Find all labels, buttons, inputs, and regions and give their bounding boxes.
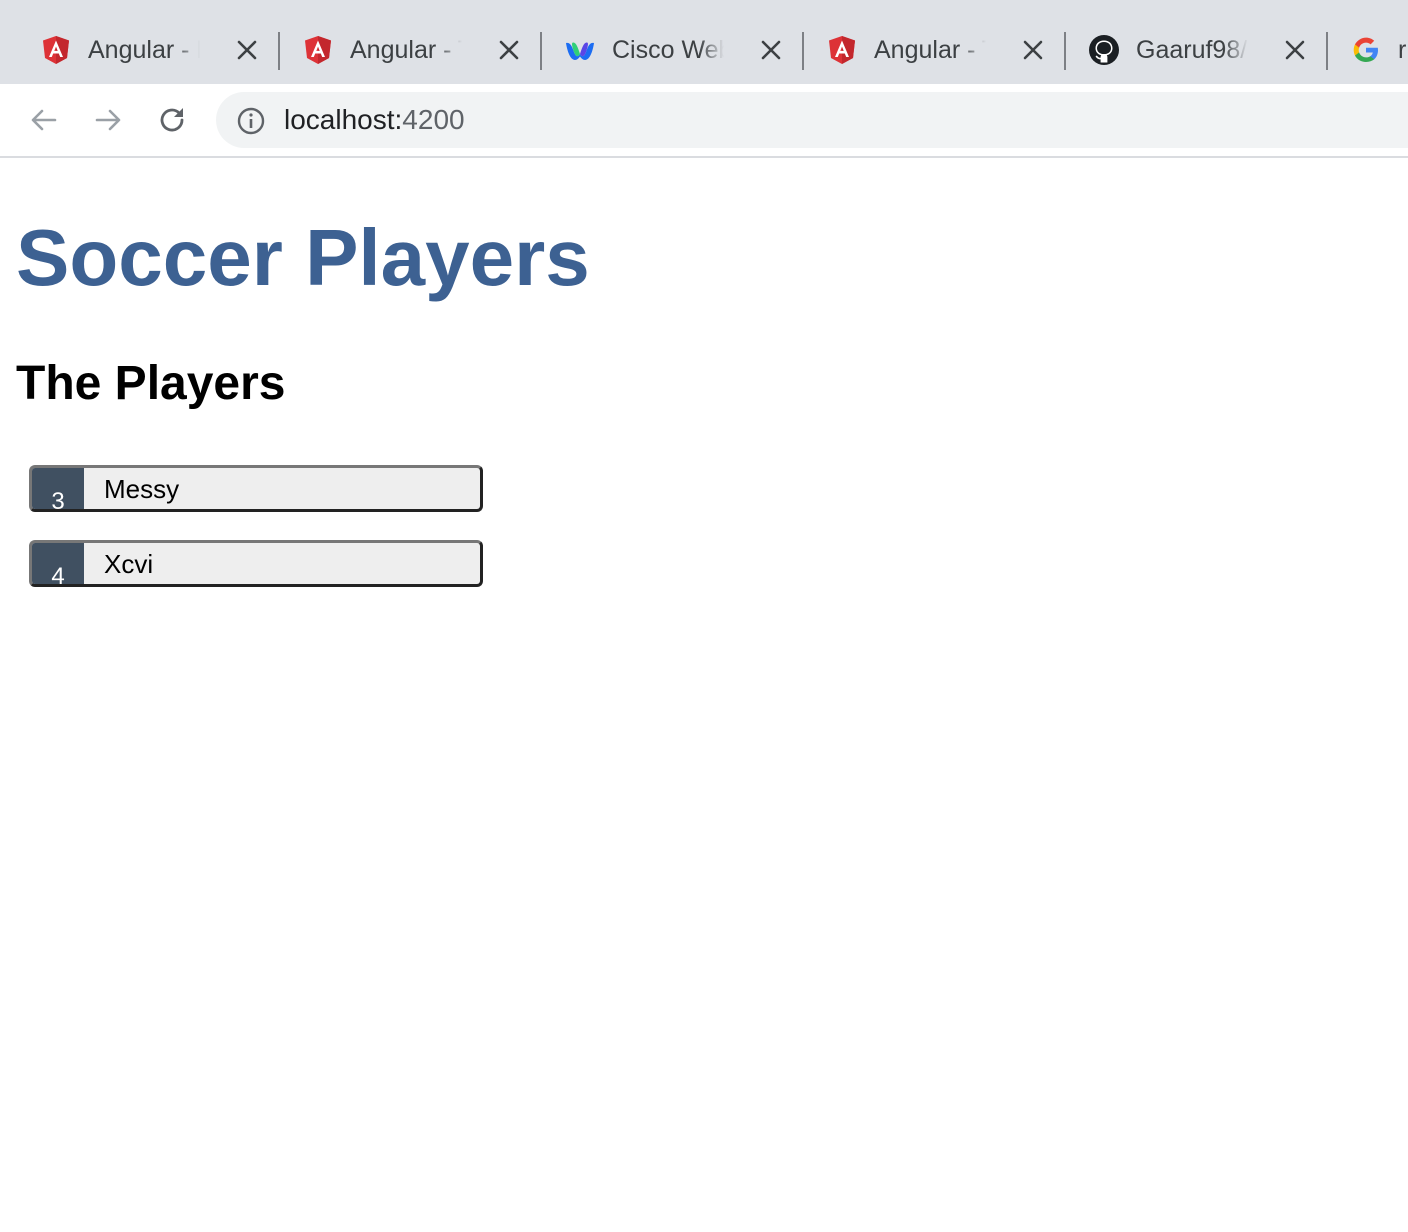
url-port: 4200 [402, 104, 465, 135]
reload-icon[interactable] [156, 104, 188, 136]
close-icon[interactable] [760, 39, 782, 61]
info-icon[interactable] [236, 106, 266, 136]
close-icon[interactable] [1284, 39, 1306, 61]
tab-title: r [1398, 36, 1407, 64]
tab-separator [278, 32, 280, 70]
tab-title: Angular - Th [874, 36, 986, 64]
address-bar[interactable]: localhost:4200 [216, 92, 1408, 148]
tab-separator [802, 32, 804, 70]
browser-tab-5[interactable]: Gaaruf98/So [1088, 16, 1318, 84]
forward-arrow-icon[interactable] [92, 104, 124, 136]
angular-icon [829, 36, 855, 64]
browser-tab-6[interactable]: r [1350, 16, 1408, 84]
url-text: localhost:4200 [284, 103, 465, 137]
close-icon[interactable] [1022, 39, 1044, 61]
list-item[interactable]: 4 Xcvi [29, 540, 483, 587]
tab-title: Angular - Th [350, 36, 462, 64]
tab-title: Gaaruf98/So [1136, 36, 1248, 64]
tab-separator [1064, 32, 1066, 70]
github-icon [1089, 35, 1119, 65]
tab-separator [540, 32, 542, 70]
google-icon [1353, 37, 1378, 62]
browser-toolbar: localhost:4200 [0, 84, 1408, 158]
page-content: Soccer Players The Players 3 Messy 4 Xcv… [0, 158, 1408, 1232]
angular-icon [43, 36, 69, 64]
angular-icon [305, 36, 331, 64]
list-item[interactable]: 3 Messy [29, 465, 483, 512]
back-arrow-icon[interactable] [28, 104, 60, 136]
player-name: Xcvi [104, 549, 154, 579]
player-id-badge: 3 [32, 468, 84, 509]
browser-tab-2[interactable]: Angular - Th [302, 16, 532, 84]
close-icon[interactable] [498, 39, 520, 61]
webex-icon [566, 42, 594, 60]
tab-title: Cisco Webex [612, 36, 724, 64]
tab-strip: Angular - Di Angular - Th Cisco Webex [0, 0, 1408, 84]
player-id-badge: 4 [32, 543, 84, 584]
browser-tab-3[interactable]: Cisco Webex [564, 16, 794, 84]
player-name: Messy [104, 474, 180, 504]
close-icon[interactable] [236, 39, 258, 61]
browser-tab-4[interactable]: Angular - Th [826, 16, 1056, 84]
browser-tab-1[interactable]: Angular - Di [40, 16, 270, 84]
page-title: Soccer Players [16, 213, 590, 302]
player-list: 3 Messy 4 Xcvi [29, 465, 483, 615]
url-host: localhost: [284, 104, 403, 135]
tab-title: Angular - Di [88, 36, 200, 64]
section-title: The Players [16, 357, 286, 410]
tab-separator [1326, 32, 1328, 70]
